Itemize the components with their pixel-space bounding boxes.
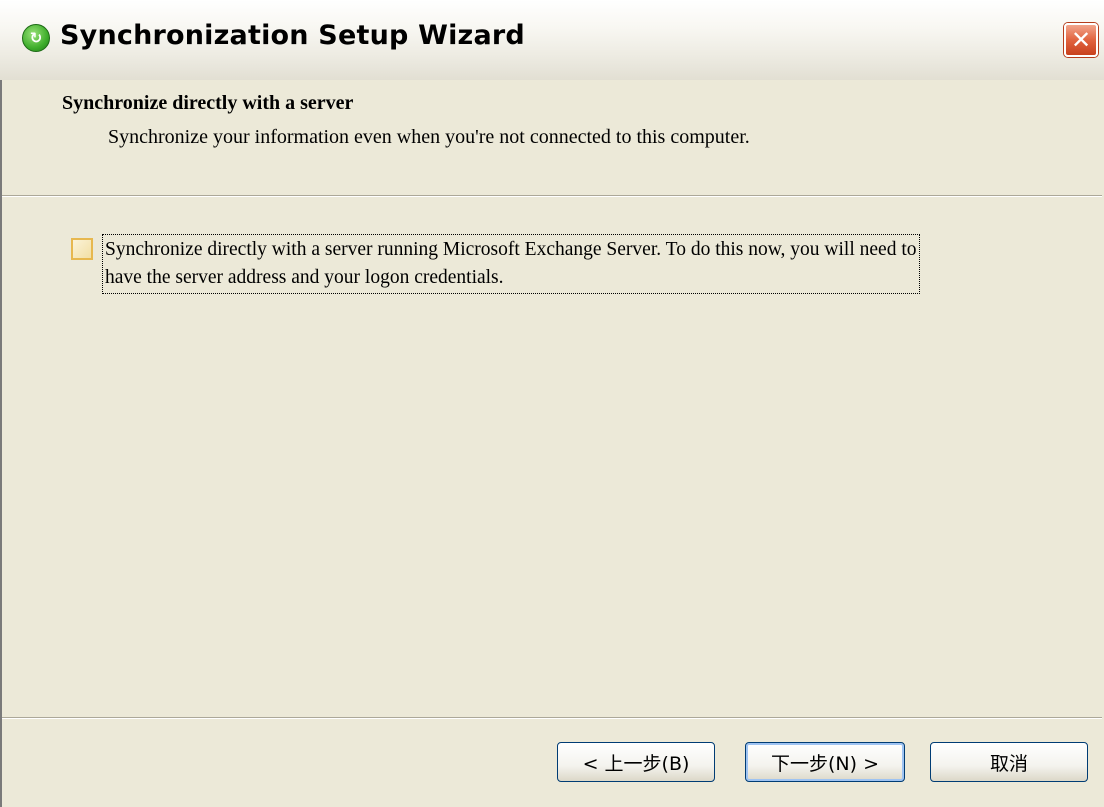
- page-subtitle: Synchronize your information even when y…: [108, 126, 750, 148]
- title-bar[interactable]: ↻ Synchronization Setup Wizard ✕: [0, 0, 1104, 81]
- close-button[interactable]: ✕: [1064, 23, 1098, 57]
- page-title: Synchronize directly with a server: [62, 92, 354, 114]
- header-divider: [2, 195, 1102, 197]
- footer-divider: [2, 717, 1102, 719]
- close-icon: ✕: [1070, 26, 1092, 54]
- exchange-sync-checkbox[interactable]: [71, 238, 93, 260]
- sync-icon: ↻: [22, 24, 50, 52]
- wizard-window: ↻ Synchronization Setup Wizard ✕ Synchro…: [0, 0, 1104, 807]
- back-button[interactable]: < 上一步(B): [557, 742, 715, 782]
- window-title: Synchronization Setup Wizard: [60, 20, 525, 51]
- cancel-button[interactable]: 取消: [930, 742, 1088, 782]
- next-button[interactable]: 下一步(N) >: [745, 742, 905, 782]
- exchange-sync-label[interactable]: Synchronize directly with a server runni…: [102, 234, 920, 294]
